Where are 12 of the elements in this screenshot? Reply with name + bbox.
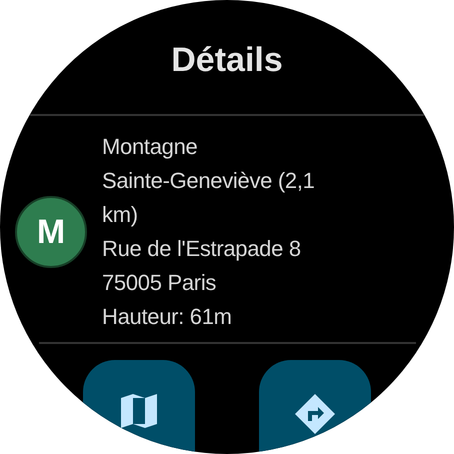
detail-text: Montagne [102,133,198,161]
screen-title: Détails [171,40,283,81]
directions-button[interactable] [259,360,371,454]
directions-icon [295,394,335,434]
detail-text: 75005 Paris [102,269,218,297]
detail-text: Hauteur: 61m [102,303,233,331]
detail-text: Rue de l'Estrapade 8 [102,235,302,263]
detail-text: km) [102,201,139,229]
map-icon [121,394,157,428]
map-button[interactable] [83,360,195,454]
station-badge: M [15,196,87,268]
detail-text: Sainte-Geneviève (2,1 [102,167,315,195]
